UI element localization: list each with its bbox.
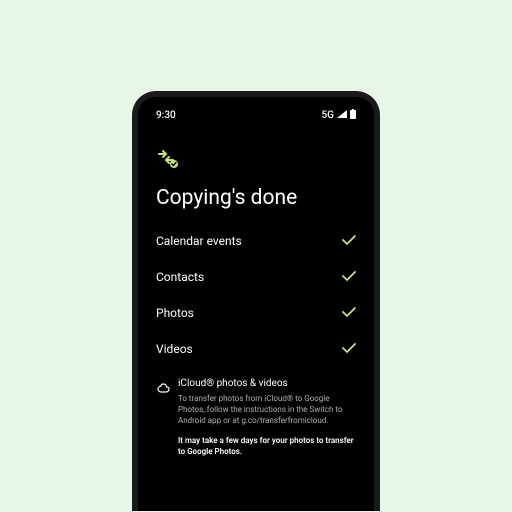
check-icon xyxy=(342,306,356,320)
list-item: Calendar events xyxy=(156,234,356,248)
copied-items-list: Calendar events Contacts Photos Videos xyxy=(156,234,356,356)
list-item-label: Calendar events xyxy=(156,234,242,248)
network-label: 5G xyxy=(322,110,335,121)
signal-icon xyxy=(337,110,347,121)
list-item-label: Photos xyxy=(156,306,194,320)
phone-frame: 9:30 5G Copying's done xyxy=(132,91,380,511)
status-time: 9:30 xyxy=(156,110,176,121)
page-title: Copying's done xyxy=(156,186,356,210)
info-text: iCloud® photos & videos To transfer phot… xyxy=(178,378,356,427)
status-bar: 9:30 5G xyxy=(156,107,356,130)
info-note: It may take a few days for your photos t… xyxy=(178,435,356,457)
list-item: Photos xyxy=(156,306,356,320)
list-item: Videos xyxy=(156,342,356,356)
check-icon xyxy=(342,342,356,356)
status-right: 5G xyxy=(322,109,357,122)
transfer-complete-icon xyxy=(156,148,356,174)
battery-icon xyxy=(350,109,356,122)
list-item-label: Videos xyxy=(156,342,193,356)
check-icon xyxy=(342,270,356,284)
cloud-icon xyxy=(156,379,170,398)
info-body: To transfer photos from iCloud® to Googl… xyxy=(178,393,356,427)
info-title: iCloud® photos & videos xyxy=(178,378,356,389)
check-icon xyxy=(342,234,356,248)
info-section: iCloud® photos & videos To transfer phot… xyxy=(156,378,356,427)
list-item: Contacts xyxy=(156,270,356,284)
screen: 9:30 5G Copying's done xyxy=(138,97,374,511)
list-item-label: Contacts xyxy=(156,270,204,284)
